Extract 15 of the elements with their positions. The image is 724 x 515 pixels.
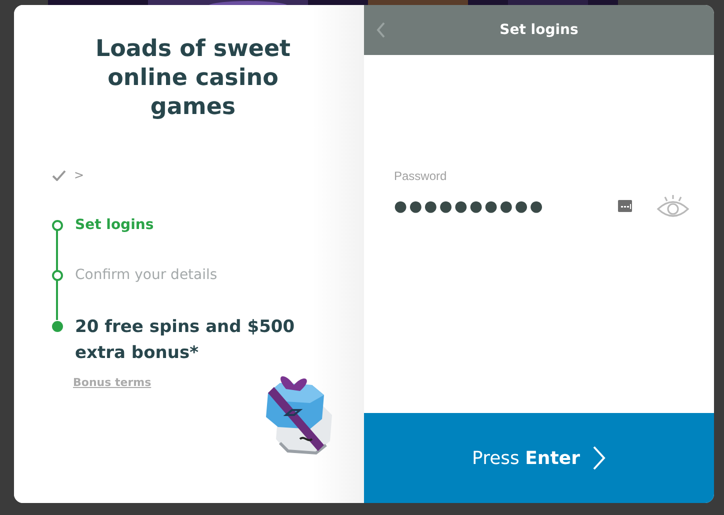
bonus-terms-link[interactable]: Bonus terms	[73, 376, 152, 389]
password-label: Password	[394, 169, 448, 183]
step-label: Set logins	[75, 217, 154, 233]
submit-button[interactable]: Press Enter	[472, 445, 606, 471]
password-field[interactable]: ●●●●●●●●●●	[394, 197, 612, 215]
check-icon	[52, 170, 66, 180]
breadcrumb-separator: >	[74, 168, 84, 182]
panel-title: Set logins	[500, 22, 578, 38]
headline: Loads of sweet online casino games	[94, 35, 292, 122]
step-label: Confirm your details	[75, 267, 218, 283]
back-icon[interactable]	[376, 22, 386, 38]
password-manager-icon[interactable]	[618, 200, 632, 212]
reward-text: 20 free spins and $500 extra bonus*	[75, 316, 296, 365]
chevron-icon	[592, 445, 606, 471]
eye-icon[interactable]	[656, 193, 690, 219]
